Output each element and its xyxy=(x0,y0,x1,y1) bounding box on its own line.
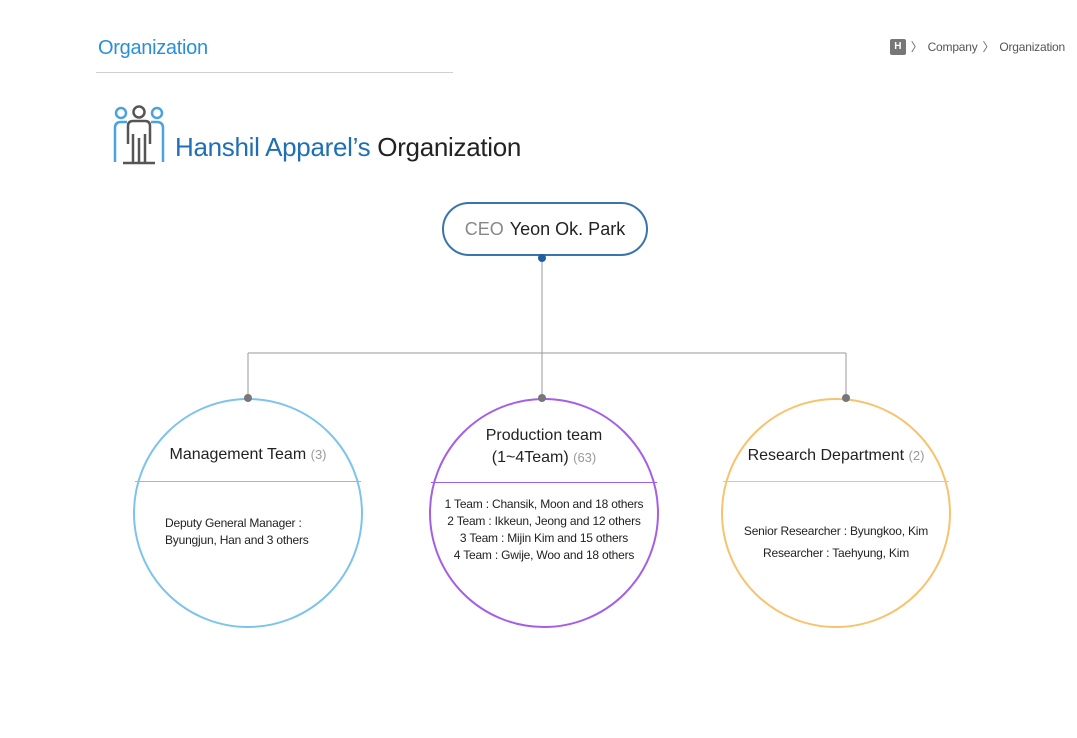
connector-dots xyxy=(244,254,850,402)
management-connector-dot xyxy=(244,394,252,402)
ceo-connector-dot xyxy=(538,254,546,262)
production-connector-dot xyxy=(538,394,546,402)
research-connector-dot xyxy=(842,394,850,402)
